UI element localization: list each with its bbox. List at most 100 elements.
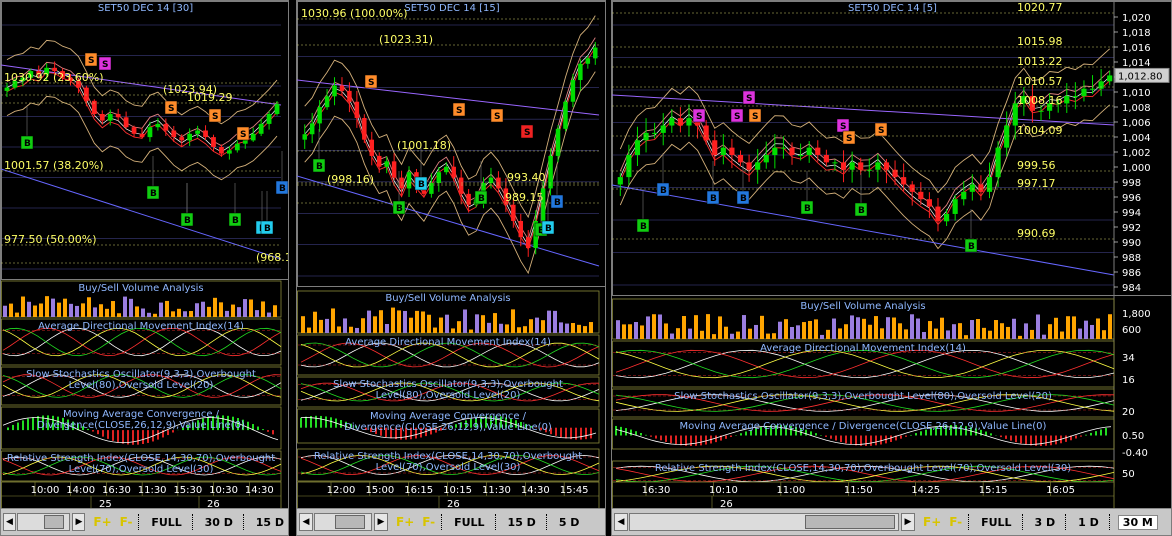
axis-tick: 1,008 [1122,103,1151,114]
scroll-track[interactable] [629,513,899,531]
volume-bar [171,311,175,317]
axis-tick: 34 [1122,353,1135,364]
time-label: 11:50 [844,485,873,496]
candle-body [362,117,367,140]
volume-bar [820,334,824,339]
time-label: 10:30 [209,485,238,496]
scroll-left-button[interactable]: ◀ [3,513,17,531]
volume-bar [1036,314,1040,339]
candle-body [585,58,591,64]
volume-bar [45,296,49,317]
current-price: 1,012.80 [1118,71,1163,82]
volume-bar [748,328,752,339]
sell-signal-letter: S [168,104,174,114]
candle-body [203,130,208,138]
indicator-title: Moving Average Convergence / Divergence(… [680,421,1047,432]
volume-bar [628,324,632,339]
volume-bar [93,307,97,317]
price-level-label: 989.15 [505,191,544,204]
volume-bar [337,326,341,333]
price-level-label: 997.17 [1017,177,1056,190]
period-button[interactable]: 30 M [1117,514,1158,530]
full-button[interactable]: FULL [977,516,1015,529]
volume-bar [916,318,920,339]
time-label: 10:10 [709,485,738,496]
volume-bar [301,316,305,333]
buy-signal-letter: B [740,194,747,204]
volume-bar [1024,323,1028,339]
candle-body [354,101,360,118]
candle-body [1064,96,1070,104]
axis-tick: 1,800 [1122,309,1151,320]
volume-bar [754,324,758,339]
volume-bar [694,315,698,339]
chart-title: SET50 DEC 14 [30] [98,3,193,14]
full-button[interactable]: FULL [147,516,185,529]
chart-canvas-5[interactable]: SET50 DEC 14 [5] 1020.77 1015.98 1013.22 101… [612,1,1172,511]
volume-bar [1108,314,1112,339]
indicator-title: Level(70),Oversold Level(30) [376,462,521,473]
volume-bar [1078,328,1082,339]
volume-bar [237,307,241,317]
chart-panel-5[interactable]: SET50 DEC 14 [5] 1020.77 1015.98 1013.22 101… [611,0,1172,536]
volume-bar [790,326,794,339]
chart-canvas-15[interactable]: SET50 DEC 14 [15]1030.96 (100.00%) (1023.… [297,1,606,511]
volume-bar [1042,334,1046,339]
zoom-in-button[interactable]: F+ [93,515,111,529]
candle-body [369,139,375,156]
indicator-line [2,327,282,357]
candle-body [737,155,744,163]
zoom-in-button[interactable]: F+ [396,515,414,529]
sell-signal-letter: S [734,112,740,122]
sell-signal-letter: S [368,78,374,88]
zoom-out-button[interactable]: F- [422,515,435,529]
scroll-left-button[interactable]: ◀ [614,513,628,531]
scroll-thumb[interactable] [335,515,365,529]
volume-bar [646,316,650,339]
volume-bar [1096,318,1100,339]
period-button[interactable]: 5 D [555,516,584,529]
volume-bar [201,301,205,317]
volume-bar [589,322,593,333]
candle-body [4,87,10,91]
axis-tick: 1,018 [1122,28,1151,39]
volume-bar [658,314,662,339]
full-button[interactable]: FULL [450,516,488,529]
candle-body [943,213,950,222]
buy-signal-letter: B [24,139,31,149]
volume-bar [177,308,181,317]
volume-bar [481,315,485,333]
chart-canvas-30[interactable]: SET50 DEC 14 [30] 1030.92 (23.60%) 1001.57… [1,1,289,511]
axis-tick: 996 [1122,193,1141,204]
volume-bar [982,327,986,339]
chart-panel-15[interactable]: SET50 DEC 14 [15] 1030.96 (100.00%) (1023.… [296,0,606,536]
scroll-left-button[interactable]: ◀ [299,513,313,531]
scroll-right-button[interactable]: ▶ [72,513,86,531]
period-button[interactable]: 15 D [504,516,540,529]
axis-tick: 994 [1122,208,1141,219]
zoom-out-button[interactable]: F- [120,515,133,529]
zoom-out-button[interactable]: F- [949,515,962,529]
period-button[interactable]: 15 D [252,516,288,529]
scroll-track[interactable] [314,513,372,531]
scroll-right-button[interactable]: ▶ [901,513,915,531]
buy-signal-letter: B [554,198,561,208]
candle-body [866,169,872,171]
axis-tick: 1,010 [1122,88,1151,99]
candle-body [1038,110,1044,112]
period-button[interactable]: 30 D [201,516,237,529]
volume-bar [778,321,782,339]
volume-bar [21,296,25,317]
period-button[interactable]: 1 D [1074,516,1103,529]
scroll-track[interactable] [17,513,71,531]
scroll-thumb[interactable] [44,515,65,529]
zoom-in-button[interactable]: F+ [923,515,941,529]
period-button[interactable]: 3 D [1031,516,1060,529]
chart-panel-30[interactable]: SET50 DEC 14 [30] 1030.92 (23.60%) 1001.57… [0,0,289,536]
volume-bar [1000,323,1004,339]
volume-bar [51,298,55,317]
volume-bar [249,299,253,317]
scroll-right-button[interactable]: ▶ [374,513,388,531]
scroll-thumb[interactable] [805,515,895,529]
volume-bar [469,329,473,333]
